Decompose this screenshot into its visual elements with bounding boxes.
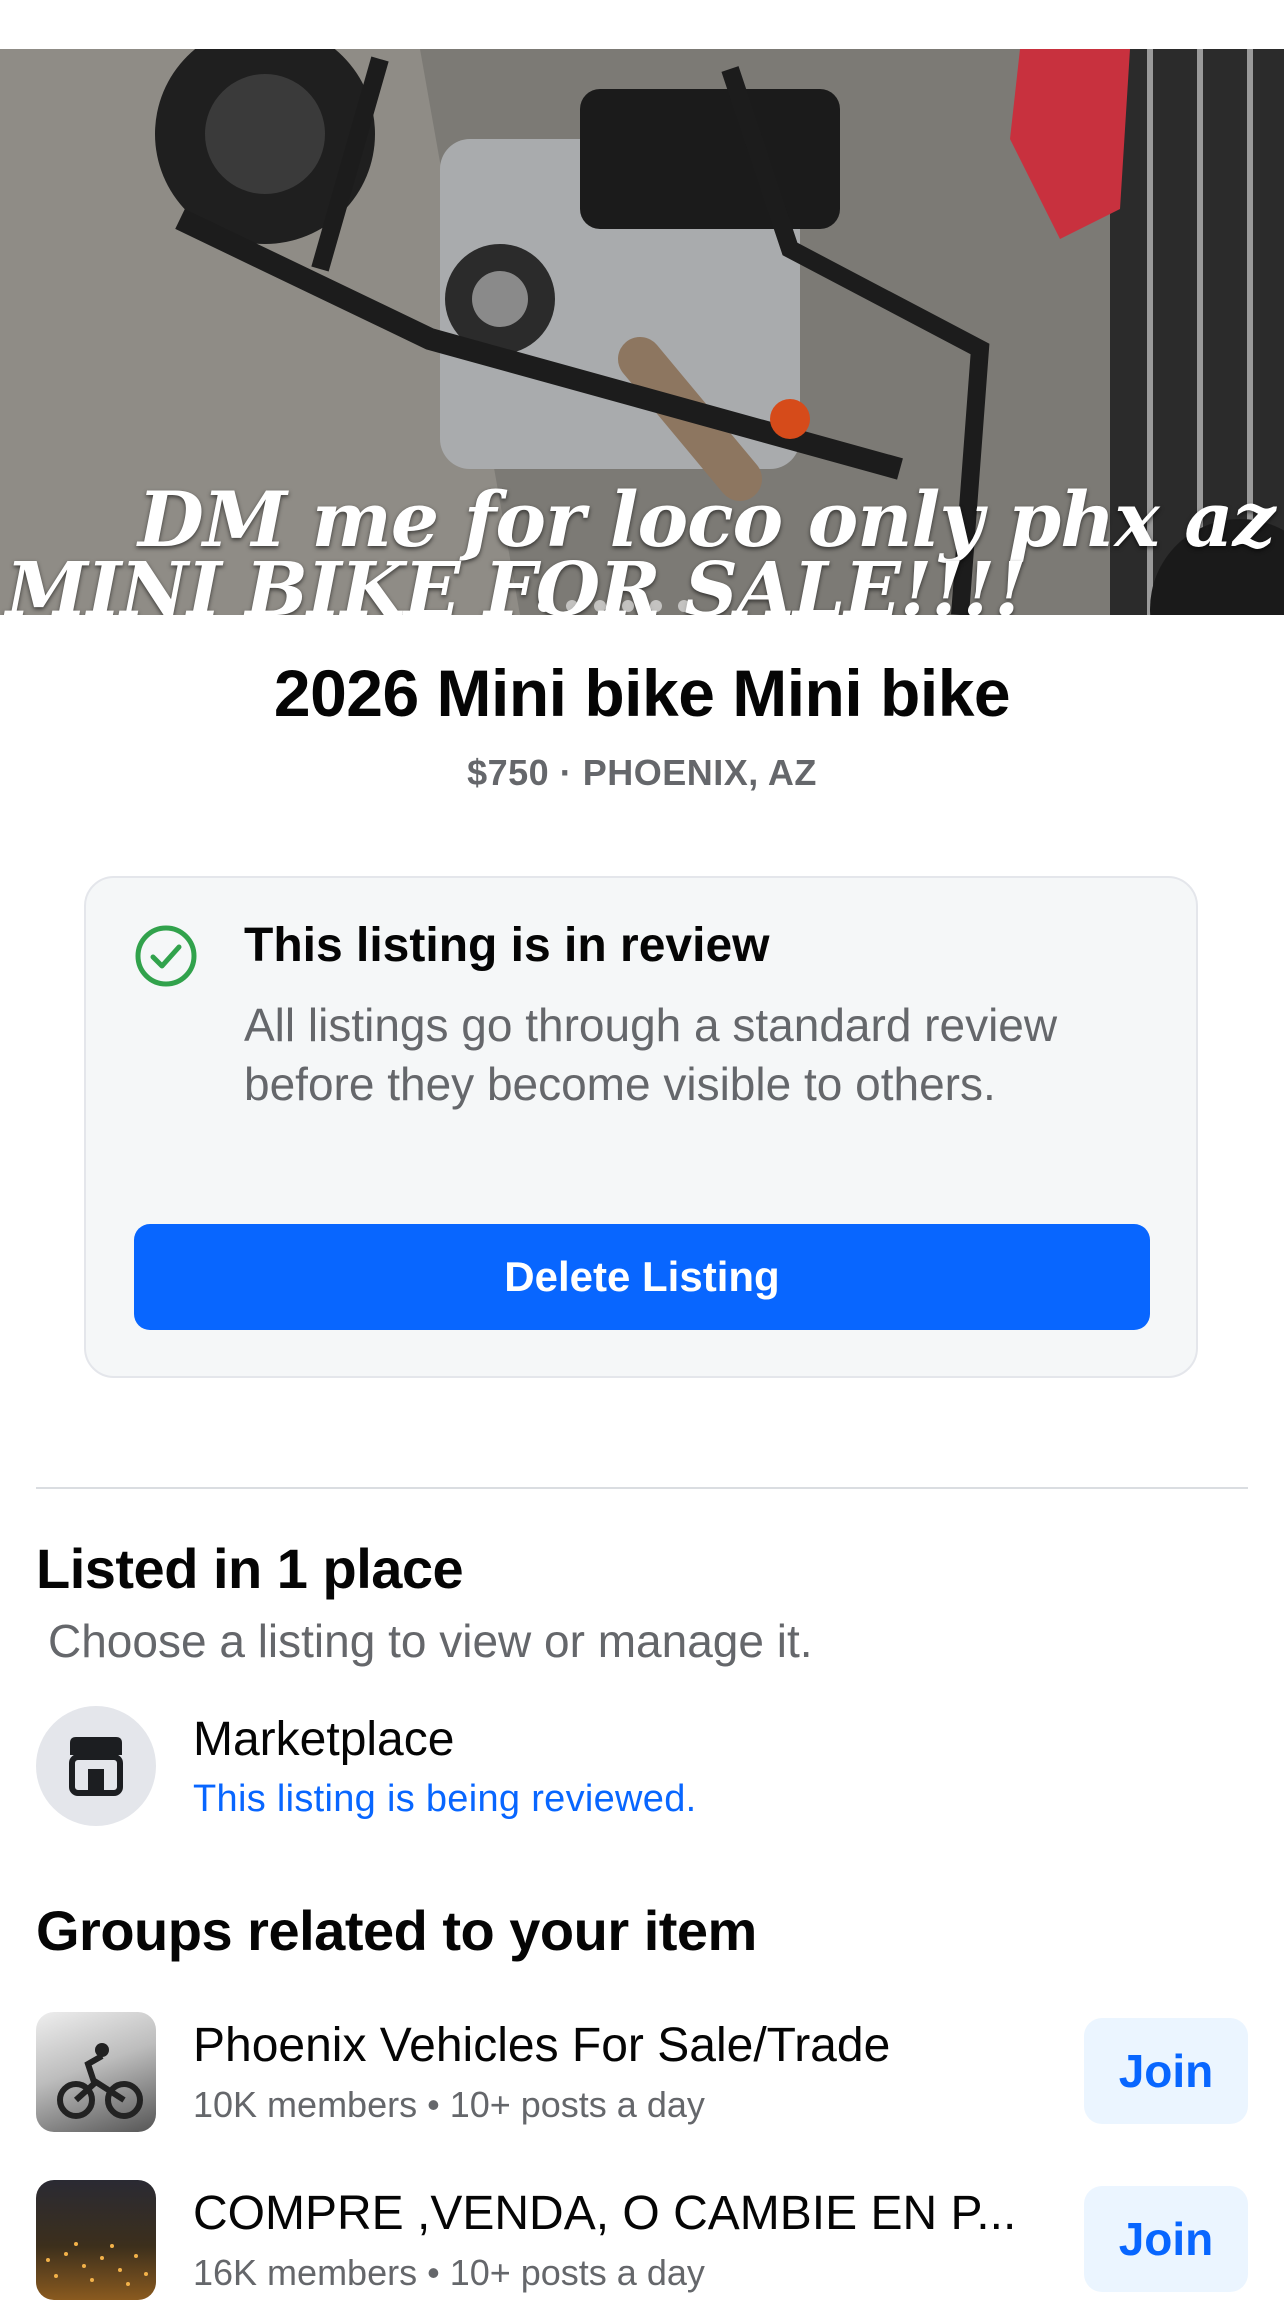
photo-page-dot[interactable] [594,600,606,612]
review-description: All listings go through a standard revie… [244,999,1058,1110]
photo-caption-line-2: MINI BIKE FOR SALE!!!! [6,547,1027,615]
group-thumbnail[interactable] [36,2012,156,2132]
groups-heading: Groups related to your item [36,1899,757,1962]
review-title: This listing is in review [244,919,770,972]
join-group-button[interactable]: Join [1084,2018,1248,2124]
storefront-icon [69,1737,123,1796]
photo-page-dot[interactable] [566,600,578,612]
motorcycle-rider-image [57,2043,143,2119]
marketplace-avatar[interactable] [36,1706,156,1826]
delete-listing-button[interactable]: Delete Listing [134,1224,1150,1330]
join-group-button[interactable]: Join [1084,2186,1248,2292]
listing-price-location: $750 · PHOENIX, AZ [467,752,817,793]
group-name[interactable]: COMPRE ,VENDA, O CAMBIE EN P... [193,2186,1016,2241]
group-meta: 10K members • 10+ posts a day [193,2084,705,2125]
group-name[interactable]: Phoenix Vehicles For Sale/Trade [193,2018,890,2073]
city-lights-image [46,2242,148,2286]
listing-title: 2026 Mini bike Mini bike [273,656,1011,730]
marketplace-listing-name[interactable]: Marketplace [193,1712,454,1767]
group-meta: 16K members • 10+ posts a day [193,2252,705,2293]
photo-page-dot[interactable] [678,600,690,612]
photo-page-dot[interactable] [622,600,634,612]
photo-page-dot[interactable] [650,600,662,612]
group-thumbnail[interactable] [36,2180,156,2300]
check-circle-icon [135,925,197,987]
section-divider [36,1487,1248,1489]
review-notice-card: This listing is in review All listings g… [84,876,1198,1378]
photo-page-dot[interactable] [538,600,550,612]
listed-in-subtitle: Choose a listing to view or manage it. [48,1615,813,1667]
listing-photo[interactable]: DM me for loco only phx az MINI BIKE FOR… [0,49,1284,615]
marketplace-listing-status[interactable]: This listing is being reviewed. [193,1778,697,1821]
listed-in-heading: Listed in 1 place [36,1537,464,1600]
photo-pagination[interactable] [538,600,690,612]
